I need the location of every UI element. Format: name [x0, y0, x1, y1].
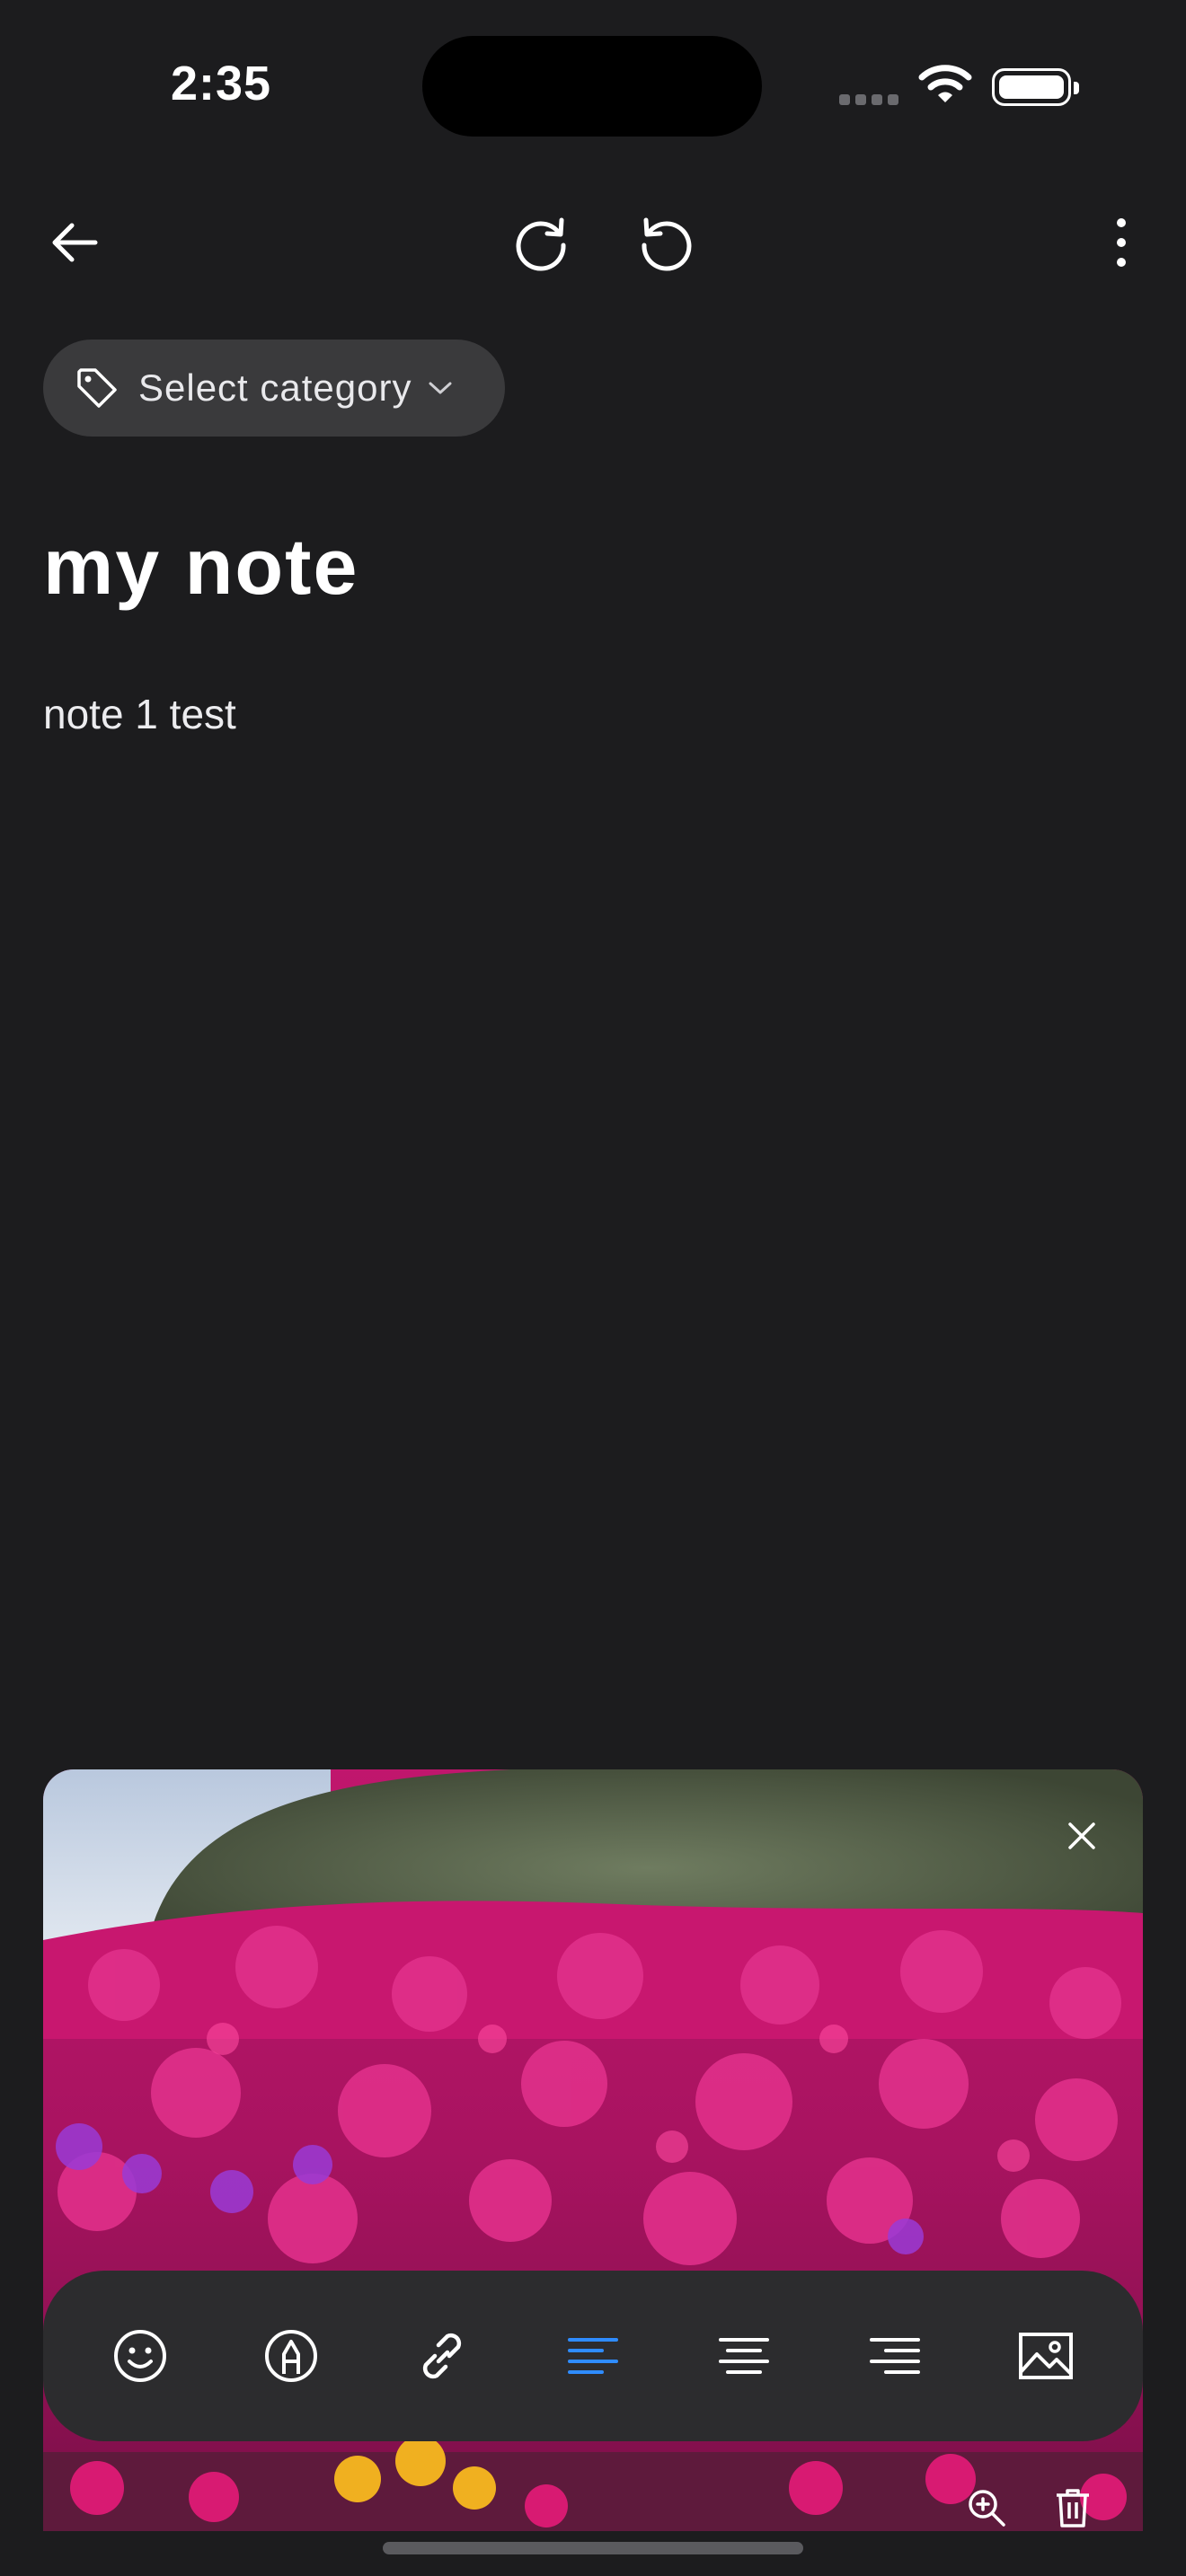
home-indicator — [383, 2542, 803, 2554]
insert-image-button[interactable] — [996, 2307, 1095, 2405]
remove-image-button[interactable] — [1042, 1796, 1121, 1875]
align-left-icon — [568, 2338, 618, 2374]
dynamic-island — [422, 36, 762, 137]
undo-button[interactable] — [624, 199, 710, 286]
chevron-down-icon — [429, 382, 451, 394]
status-time: 2:35 — [171, 57, 272, 110]
image-icon — [1019, 2333, 1073, 2379]
trash-icon — [1057, 2489, 1089, 2527]
zoom-in-icon — [969, 2490, 1005, 2527]
more-vertical-icon — [1117, 218, 1126, 267]
category-label: Select category — [138, 366, 412, 409]
align-center-button[interactable] — [695, 2307, 793, 2405]
note-body[interactable]: note 1 test — [43, 690, 236, 738]
formatting-toolbar — [43, 2271, 1143, 2441]
tag-icon — [77, 368, 117, 408]
align-right-icon — [870, 2338, 920, 2374]
align-center-icon — [719, 2338, 769, 2374]
undo-icon — [642, 217, 692, 271]
battery-icon — [992, 68, 1079, 106]
link-icon — [422, 2333, 462, 2379]
arrow-left-icon — [52, 223, 98, 262]
redo-icon — [516, 217, 566, 271]
text-style-button[interactable] — [242, 2307, 341, 2405]
redo-button[interactable] — [498, 199, 584, 286]
close-icon — [1068, 1822, 1095, 1849]
more-options-button[interactable] — [1078, 199, 1164, 286]
cellular-signal-icon — [839, 93, 904, 110]
align-left-button[interactable] — [544, 2307, 642, 2405]
align-right-button[interactable] — [845, 2307, 944, 2405]
emoji-icon — [114, 2330, 166, 2382]
wifi-icon — [918, 63, 972, 110]
insert-link-button[interactable] — [393, 2307, 491, 2405]
zoom-image-button[interactable] — [958, 2479, 1015, 2536]
delete-image-button[interactable] — [1044, 2479, 1102, 2536]
select-category-button[interactable]: Select category — [43, 340, 505, 437]
text-style-icon — [265, 2330, 317, 2382]
emoji-button[interactable] — [91, 2307, 190, 2405]
note-title[interactable]: my note — [43, 521, 358, 613]
back-button[interactable] — [32, 199, 119, 286]
